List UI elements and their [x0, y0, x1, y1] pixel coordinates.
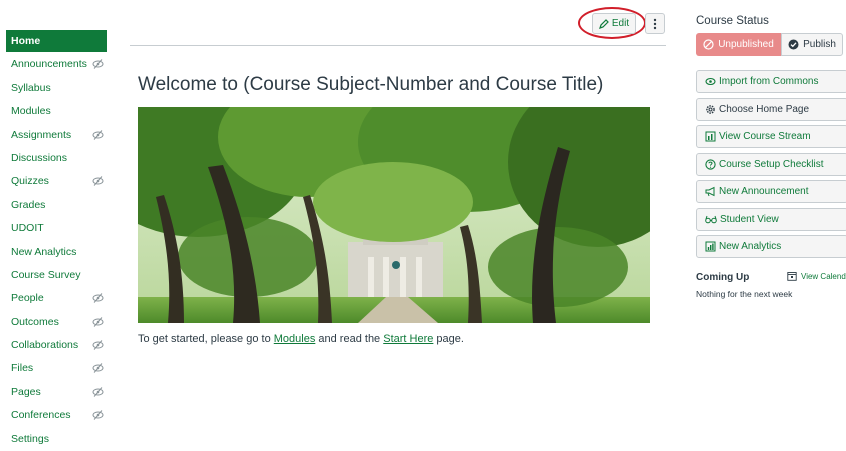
nav-item-grades[interactable]: Grades: [6, 194, 107, 217]
import-from-commons-button[interactable]: Import from Commons: [696, 70, 846, 93]
unpublished-label: Unpublished: [718, 39, 774, 50]
nav-item-new-analytics[interactable]: New Analytics: [6, 241, 107, 264]
new-analytics-button[interactable]: New Analytics: [696, 235, 846, 258]
action-label: New Announcement: [719, 186, 809, 197]
eye-hidden-icon: [92, 340, 104, 350]
nav-item-discussions[interactable]: Discussions: [6, 147, 107, 170]
coming-up-title: Coming Up: [696, 272, 750, 283]
action-label: Choose Home Page: [719, 104, 810, 115]
nav-item-pages[interactable]: Pages: [6, 381, 107, 404]
pencil-icon: [598, 18, 609, 29]
edit-label: Edit: [611, 18, 630, 29]
choose-home-page-button[interactable]: Choose Home Page: [696, 98, 846, 121]
nav-item-collaborations[interactable]: Collaborations: [6, 334, 107, 357]
nav-item-modules[interactable]: Modules: [6, 100, 107, 123]
nav-label: Collaborations: [11, 339, 79, 352]
gear-icon: [706, 105, 715, 114]
nav-item-home[interactable]: Home: [6, 30, 107, 52]
nav-label: Announcements: [11, 58, 87, 71]
check-circle-icon: [788, 39, 799, 50]
action-label: Course Setup Checklist: [719, 159, 824, 170]
eye-hidden-icon: [92, 387, 104, 397]
eye-hidden-icon: [92, 176, 104, 187]
action-label: Import from Commons: [719, 76, 819, 87]
nav-label: People: [11, 292, 44, 305]
nav-label: UDOIT: [11, 222, 44, 235]
nav-item-files[interactable]: Files: [6, 357, 107, 380]
intro-prefix: To get started, please go to: [138, 333, 274, 345]
nav-label: Outcomes: [11, 315, 59, 328]
unpublished-button[interactable]: Unpublished: [696, 33, 781, 56]
nav-item-assignments[interactable]: Assignments: [6, 124, 107, 147]
analytics-icon: [705, 241, 716, 252]
intro-text: To get started, please go to Modules and…: [138, 333, 464, 345]
nav-label: Modules: [11, 105, 51, 118]
nav-label: Settings: [11, 432, 49, 445]
page-title: Welcome to (Course Subject-Number and Co…: [138, 74, 604, 95]
eye-hidden-icon: [92, 59, 104, 70]
start-here-link[interactable]: Start Here: [383, 333, 433, 345]
eye-hidden-icon: [92, 316, 104, 327]
unpublished-icon: [703, 39, 714, 50]
action-label: View Course Stream: [719, 131, 811, 142]
calendar-icon: [787, 272, 797, 281]
eye-hidden-icon: [92, 363, 104, 374]
eye-hidden-icon: [92, 410, 104, 421]
nav-label: Pages: [11, 385, 41, 398]
nav-label: Home: [11, 35, 41, 47]
nav-item-outcomes[interactable]: Outcomes: [6, 311, 107, 334]
question-icon: [705, 159, 716, 170]
campus-banner-image: [138, 107, 650, 323]
edit-button[interactable]: Edit: [592, 13, 636, 34]
publish-button[interactable]: Publish: [781, 33, 843, 56]
student-view-button[interactable]: Student View: [696, 208, 846, 231]
more-options-button[interactable]: [645, 13, 665, 34]
nav-label: Course Survey: [11, 268, 81, 281]
nav-item-course-survey[interactable]: Course Survey: [6, 264, 107, 287]
nav-item-conferences[interactable]: Conferences: [6, 404, 107, 427]
modules-link[interactable]: Modules: [274, 333, 316, 345]
view-calendar-link[interactable]: View Calenda: [787, 271, 846, 281]
intro-suffix: page.: [433, 333, 464, 345]
nav-item-udoit[interactable]: UDOIT: [6, 217, 107, 240]
new-announcement-button[interactable]: New Announcement: [696, 180, 846, 203]
coming-up-empty-text: Nothing for the next week: [696, 289, 793, 299]
nav-label: New Analytics: [11, 245, 77, 258]
view-calendar-label: View Calenda: [801, 271, 846, 281]
publish-label: Publish: [803, 39, 836, 50]
megaphone-icon: [705, 186, 715, 197]
nav-label: Discussions: [11, 151, 68, 164]
nav-item-quizzes[interactable]: Quizzes: [6, 170, 107, 193]
intro-middle: and read the: [315, 333, 384, 345]
header-divider: [130, 45, 666, 46]
nav-item-announcements[interactable]: Announcements: [6, 53, 107, 76]
kebab-icon: [653, 18, 657, 29]
nav-item-people[interactable]: People: [6, 287, 107, 310]
stream-icon: [705, 131, 716, 142]
nav-label: Syllabus: [11, 81, 51, 94]
action-label: Student View: [720, 214, 779, 225]
course-status-title: Course Status: [696, 15, 769, 27]
nav-item-syllabus[interactable]: Syllabus: [6, 77, 107, 100]
eye-hidden-icon: [92, 129, 104, 140]
eye-hidden-icon: [92, 293, 104, 304]
action-label: New Analytics: [719, 241, 782, 252]
nav-label: Assignments: [11, 128, 72, 141]
commons-icon: [705, 77, 716, 86]
glasses-icon: [705, 215, 717, 224]
nav-label: Conferences: [11, 409, 71, 422]
nav-label: Grades: [11, 198, 46, 211]
nav-label: Files: [11, 362, 34, 375]
nav-item-settings[interactable]: Settings: [6, 428, 107, 451]
nav-label: Quizzes: [11, 175, 49, 188]
course-nav: Home Announcements Syllabus Modules Assi…: [6, 30, 107, 451]
course-setup-checklist-button[interactable]: Course Setup Checklist: [696, 153, 846, 176]
view-course-stream-button[interactable]: View Course Stream: [696, 125, 846, 148]
